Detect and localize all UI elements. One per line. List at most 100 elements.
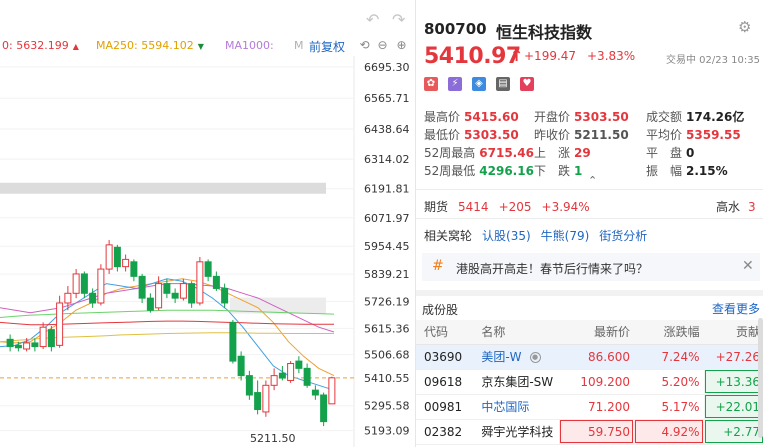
futures-pct: +3.94% bbox=[541, 200, 590, 214]
futures-price: 5414 bbox=[458, 200, 489, 214]
stat-prev-close: 昨收价 5211.50 bbox=[534, 126, 629, 143]
watch-icon[interactable]: ● bbox=[529, 352, 541, 363]
minus-circle-icon[interactable]: ⊖ bbox=[375, 38, 390, 53]
candle-up bbox=[56, 302, 64, 346]
quote-panel: 800700 恒生科技指数 ⚙ 5410.97 ↑ +199.47 +3.83%… bbox=[415, 0, 763, 447]
table-row[interactable]: 00981 中芯国际 71.200 5.17% +22.01 bbox=[416, 394, 763, 420]
candle-down bbox=[311, 389, 319, 396]
kline-plot[interactable]: 6695.30 6565.71 6438.64 6314.02 6191.81 6071.… bbox=[0, 56, 414, 447]
header-code[interactable]: 代码 bbox=[416, 320, 474, 345]
candle-up bbox=[270, 375, 278, 386]
row-contribution: +13.36 bbox=[703, 369, 763, 395]
price-axis-label: 6191.81 bbox=[364, 183, 410, 196]
stat-label: 昨收价 bbox=[534, 128, 571, 142]
row-name-cell: 中芯国际 bbox=[473, 394, 560, 420]
candle-down bbox=[89, 292, 97, 304]
row-name[interactable]: 京东集团-SW bbox=[481, 375, 553, 389]
row-name-cell: 京东集团-SW bbox=[473, 369, 560, 395]
stat-value: 4296.16 bbox=[479, 164, 534, 178]
link-outstanding-analysis[interactable]: 街货分析 bbox=[599, 229, 647, 243]
premium-row: 高水 3 bbox=[716, 198, 756, 215]
redo-icon[interactable]: ↷ bbox=[392, 10, 405, 29]
banner-text[interactable]: 港股高开高走！春节后行情来了吗？ bbox=[456, 260, 648, 277]
stat-amplitude: 振 幅 2.15% bbox=[646, 162, 728, 179]
stat-value: 2.15% bbox=[686, 164, 728, 178]
stat-label: 开盘价 bbox=[534, 110, 571, 124]
price-axis-label: 6695.30 bbox=[364, 61, 410, 74]
adjust-mode-button[interactable]: 前复权 bbox=[309, 38, 345, 55]
row-name-cell: 舜宇光学科技 bbox=[473, 419, 560, 445]
stock-code: 800700 bbox=[424, 20, 487, 38]
constituents-title: 成份股 bbox=[422, 303, 459, 317]
row-pct: 5.20% bbox=[633, 369, 704, 395]
row-price: 109.200 bbox=[559, 369, 634, 395]
label-icon[interactable]: ◈ bbox=[472, 77, 486, 91]
stat-label: 52周最低 bbox=[424, 164, 476, 178]
candle-up bbox=[155, 283, 163, 309]
futures-row[interactable]: 期货 5414 +205 +3.94% bbox=[424, 198, 590, 215]
scrollbar[interactable] bbox=[758, 318, 763, 438]
candle-down bbox=[278, 372, 286, 379]
stat-52w-low: 52周最低 4296.16 bbox=[424, 162, 534, 179]
header-name[interactable]: 名称 bbox=[473, 320, 560, 345]
row-name[interactable]: 舜宇光学科技 bbox=[481, 425, 553, 439]
stat-high: 最高价 5415.60 bbox=[424, 108, 519, 125]
header-price[interactable]: 最新价 bbox=[559, 320, 634, 345]
price-axis-label: 5295.58 bbox=[364, 400, 410, 413]
candle-down bbox=[171, 292, 179, 299]
stat-value: 5211.50 bbox=[574, 128, 629, 142]
lightning-icon[interactable]: ⚡ bbox=[448, 77, 462, 91]
divider bbox=[416, 189, 763, 190]
candle-up bbox=[328, 377, 336, 405]
table-row[interactable]: 09618 京东集团-SW 109.200 5.20% +13.36 bbox=[416, 369, 763, 395]
row-contribution: +2.77 bbox=[703, 419, 763, 445]
heart-icon[interactable]: ♥ bbox=[520, 77, 534, 91]
row-code: 09618 bbox=[416, 369, 474, 395]
fire-icon[interactable]: ✿ bbox=[424, 77, 438, 91]
candle-down bbox=[237, 355, 245, 377]
plus-circle-icon[interactable]: ⊕ bbox=[394, 38, 409, 53]
range-band bbox=[0, 182, 326, 194]
collapse-up-icon[interactable]: ⌃ bbox=[588, 174, 597, 187]
ma-item-arrow: ▲ bbox=[72, 42, 79, 51]
stat-value: 29 bbox=[574, 146, 591, 160]
stat-label: 下 跌 bbox=[534, 164, 571, 178]
stat-value: 6715.46 bbox=[479, 146, 534, 160]
row-name[interactable]: 美团-W bbox=[481, 350, 521, 364]
undo-icon[interactable]: ↶ bbox=[366, 10, 379, 29]
ma-item-arrow: ▼ bbox=[197, 42, 204, 51]
price-axis-label: 5726.19 bbox=[364, 295, 410, 308]
undo-icon[interactable]: ⟲ bbox=[357, 38, 372, 53]
price-axis-label: 6565.71 bbox=[364, 92, 410, 105]
kline-chart-pane[interactable]: ↶ ↷ 0: 5632.199 ▲ MA250: 5594.102 ▼ MA1000… bbox=[0, 0, 414, 447]
view-more-link[interactable]: 查看更多 bbox=[712, 300, 760, 317]
candle-down bbox=[113, 246, 121, 268]
settings-gear-icon[interactable]: ⚙ bbox=[738, 18, 751, 36]
candle-down bbox=[295, 360, 303, 369]
candle-down bbox=[138, 275, 146, 299]
table-row[interactable]: 02382 舜宇光学科技 59.750 4.92% +2.77 bbox=[416, 419, 763, 445]
table-row[interactable]: 03690 美团-W ● 86.600 7.24% +27.26 bbox=[416, 344, 763, 370]
low-annotation: 5211.50 bbox=[250, 432, 296, 445]
candle-down bbox=[212, 275, 220, 289]
link-cbbc[interactable]: 牛熊(79) bbox=[541, 229, 590, 243]
trading-status: 交易中 02/23 10:35 bbox=[666, 55, 760, 66]
price-axis-label: 5506.68 bbox=[364, 349, 410, 362]
candle-down bbox=[320, 394, 328, 423]
news-banner[interactable]: # 港股高开高走！春节后行情来了吗？ ✕ bbox=[422, 253, 760, 281]
document-icon[interactable]: ▤ bbox=[496, 77, 510, 91]
header-contribution[interactable]: 贡献 bbox=[703, 320, 763, 345]
candle-down bbox=[80, 273, 88, 294]
row-pct: 4.92% bbox=[633, 419, 704, 445]
header-change-pct[interactable]: 涨跌幅 bbox=[633, 320, 704, 345]
row-name[interactable]: 中芯国际 bbox=[481, 400, 529, 414]
close-icon[interactable]: ✕ bbox=[742, 258, 754, 274]
ma-item-4: M bbox=[294, 39, 304, 52]
ma-item-text: MA250: 5594.102 bbox=[96, 39, 194, 52]
futures-change: +205 bbox=[498, 200, 532, 214]
stat-value: 5303.50 bbox=[574, 110, 629, 124]
stat-value: 174.26亿 bbox=[686, 110, 745, 124]
candle-down bbox=[47, 329, 55, 348]
row-pct: 7.24% bbox=[633, 344, 704, 370]
link-warrants[interactable]: 认股(35) bbox=[482, 229, 531, 243]
